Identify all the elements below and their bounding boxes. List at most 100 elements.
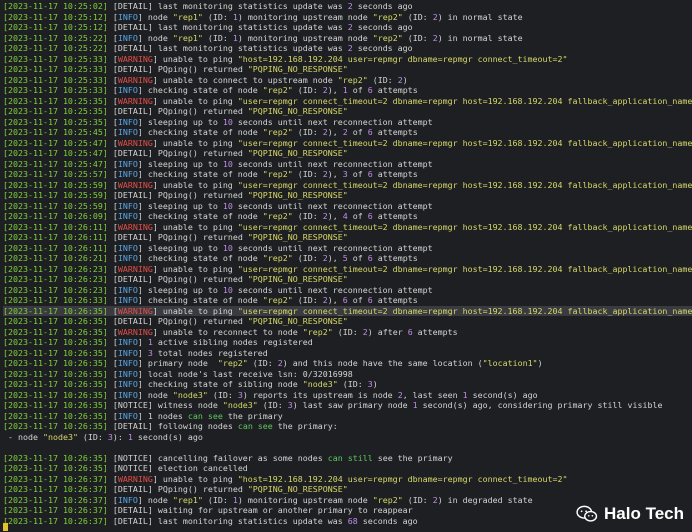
log-line: [2023-11-17 10:25:57] [INFO] checking st… bbox=[3, 169, 692, 180]
log-segment-msg: checking state of node bbox=[147, 211, 263, 221]
log-segment-msg: (ID: bbox=[257, 400, 288, 410]
log-segment-msg: (ID: bbox=[202, 494, 233, 505]
log-segment-lv-INFO: INFO bbox=[117, 389, 138, 400]
log-segment-msg: seconds until next reconnection attempt bbox=[232, 284, 433, 295]
log-segment-msg: local node's last receive lsn: 0/3201699… bbox=[147, 368, 353, 379]
log-segment-b: ] bbox=[152, 179, 163, 190]
log-segment-lv-WARNING: WARNING bbox=[117, 179, 153, 190]
log-segment-b: [ bbox=[107, 284, 118, 295]
log-line: [2023-11-17 10:26:35] [INFO] 1 active si… bbox=[3, 337, 692, 348]
log-segment-ts: [2023-11-17 10:25:12] bbox=[3, 11, 108, 22]
log-line: [2023-11-17 10:26:35] [INFO] checking st… bbox=[3, 379, 692, 390]
log-segment-msg: (ID: bbox=[292, 85, 323, 95]
log-segment-msg: (ID: bbox=[292, 211, 323, 221]
log-segment-b: [ bbox=[107, 263, 118, 274]
log-segment-b: [ bbox=[107, 22, 118, 32]
log-segment-lv-NOTICE: NOTICE bbox=[117, 452, 148, 463]
log-segment-lv-DETAIL: DETAIL bbox=[117, 43, 148, 53]
log-segment-ts: [2023-11-17 10:26:35] bbox=[3, 389, 108, 400]
log-segment-ts: [2023-11-17 10:26:35] bbox=[3, 368, 108, 379]
log-segment-ts: [2023-11-17 10:26:35] bbox=[3, 400, 108, 410]
log-line: [2023-11-17 10:26:35] [NOTICE] election … bbox=[3, 463, 692, 474]
log-segment-msg: sleeping up to bbox=[147, 116, 223, 127]
log-segment-lv-WARNING: WARNING bbox=[117, 74, 153, 85]
log-segment-msg: - node bbox=[3, 431, 43, 442]
log-segment-b: ] bbox=[147, 22, 158, 32]
terminal-output[interactable]: [2023-11-17 10:25:02] [DETAIL] last moni… bbox=[0, 0, 692, 532]
log-segment-sw: "PQPING_NO_RESPONSE" bbox=[247, 484, 348, 494]
log-segment-ts: [2023-11-17 10:25:33] bbox=[3, 53, 108, 64]
log-segment-ts: [2023-11-17 10:26:35] bbox=[3, 358, 108, 368]
log-segment-msg: primary node bbox=[147, 358, 218, 368]
log-line: [2023-11-17 10:26:35] [INFO] local node'… bbox=[3, 369, 692, 380]
log-segment-sw: "rep1" bbox=[172, 494, 203, 505]
log-segment-sw: "PQPING_NO_RESPONSE" bbox=[247, 232, 348, 242]
log-segment-b: ] bbox=[137, 169, 148, 179]
log-segment-msg: ) in normal state bbox=[437, 32, 523, 43]
log-segment-b: [ bbox=[107, 169, 118, 179]
log-segment-sw: "rep2" bbox=[262, 295, 293, 305]
log-segment-b: ] bbox=[137, 211, 148, 221]
log-line: [2023-11-17 10:25:47] [INFO] sleeping up… bbox=[3, 159, 692, 170]
log-segment-msg: (ID: bbox=[332, 326, 363, 337]
log-segment-sw: "user=repmgr connect_timeout=2 dbname=re… bbox=[237, 263, 692, 274]
log-segment-b: [ bbox=[107, 274, 118, 284]
watermark-text: Halo Tech bbox=[604, 504, 684, 523]
log-segment-b: ] bbox=[137, 358, 148, 368]
log-segment-msg: unable to ping bbox=[162, 137, 238, 148]
log-segment-ts: [2023-11-17 10:25:47] bbox=[3, 158, 108, 169]
log-segment-msg: the primary bbox=[222, 410, 283, 421]
log-segment-msg: seconds until next reconnection attempt bbox=[232, 158, 433, 169]
log-segment-sw: "user=repmgr connect_timeout=2 dbname=re… bbox=[237, 137, 692, 148]
log-segment-b: ] bbox=[147, 106, 158, 116]
log-segment-msg: (ID: bbox=[292, 253, 323, 263]
log-segment-lv-DETAIL: DETAIL bbox=[117, 1, 148, 11]
log-segment-msg: PQping() returned bbox=[157, 148, 248, 158]
log-segment-msg: the primary: bbox=[272, 421, 338, 431]
log-segment-b: ] bbox=[147, 452, 158, 463]
log-segment-ts: [2023-11-17 10:26:11] bbox=[3, 221, 108, 232]
log-segment-sw: "user=repmgr connect_timeout=2 dbname=re… bbox=[237, 305, 692, 316]
log-segment-b: ] bbox=[147, 190, 158, 200]
log-segment-msg: cancelling failover as some nodes bbox=[157, 452, 328, 463]
log-line: [2023-11-17 10:25:33] [INFO] checking st… bbox=[3, 85, 692, 96]
log-segment-msg: unable to ping bbox=[162, 221, 238, 232]
log-segment-b: [ bbox=[107, 400, 118, 410]
log-segment-ts: [2023-11-17 10:26:35] bbox=[3, 379, 108, 389]
log-segment-msg: seconds until next reconnection attempt bbox=[232, 116, 433, 127]
log-segment-msg: ), bbox=[327, 211, 343, 221]
log-segment-ts: [2023-11-17 10:26:37] bbox=[3, 484, 108, 494]
log-segment-b: ] bbox=[137, 284, 148, 295]
watermark: Halo Tech bbox=[576, 504, 684, 524]
log-line: [2023-11-17 10:26:35] [NOTICE] witness n… bbox=[3, 400, 692, 411]
log-line: [2023-11-17 10:25:59] [DETAIL] PQping() … bbox=[3, 190, 692, 201]
log-line: [2023-11-17 10:25:47] [DETAIL] PQping() … bbox=[3, 148, 692, 159]
log-segment-b: ] bbox=[147, 43, 158, 53]
log-segment-msg: attempts bbox=[372, 127, 418, 137]
log-segment-b: [ bbox=[107, 295, 118, 305]
log-segment-b: [ bbox=[107, 389, 118, 400]
log-segment-msg: total nodes registered bbox=[152, 347, 268, 358]
log-segment-sw: "PQPING_NO_RESPONSE" bbox=[247, 274, 348, 284]
log-segment-ts: [2023-11-17 10:25:57] bbox=[3, 169, 108, 179]
log-line: [2023-11-17 10:26:35] [INFO] node "node3… bbox=[3, 390, 692, 401]
log-line: [2023-11-17 10:26:23] [INFO] sleeping up… bbox=[3, 285, 692, 296]
log-segment-ts: [2023-11-17 10:26:21] bbox=[3, 253, 108, 263]
log-segment-sw: "user=repmgr connect_timeout=2 dbname=re… bbox=[237, 95, 692, 106]
log-segment-sw: "rep2" bbox=[337, 74, 368, 85]
log-segment-msg: PQping() returned bbox=[157, 64, 248, 74]
log-segment-lv-INFO: INFO bbox=[117, 169, 138, 179]
log-segment-ts: [2023-11-17 10:25:59] bbox=[3, 200, 108, 211]
log-segment-msg: see the primary bbox=[372, 452, 453, 463]
log-segment-sw: "PQPING_NO_RESPONSE" bbox=[247, 148, 348, 158]
log-segment-lv-INFO: INFO bbox=[117, 11, 138, 22]
log-segment-msg: PQping() returned bbox=[157, 484, 248, 494]
log-segment-ts: [2023-11-17 10:26:35] bbox=[3, 305, 108, 316]
log-segment-sw: "node3" bbox=[302, 379, 338, 389]
log-segment-sw: "rep1" bbox=[172, 11, 203, 22]
log-segment-msg: ), bbox=[327, 253, 343, 263]
log-segment-b: [ bbox=[107, 106, 118, 116]
log-segment-b: ] bbox=[147, 505, 158, 515]
log-segment-msg: attempts bbox=[372, 295, 418, 305]
log-segment-b: [ bbox=[107, 148, 118, 158]
